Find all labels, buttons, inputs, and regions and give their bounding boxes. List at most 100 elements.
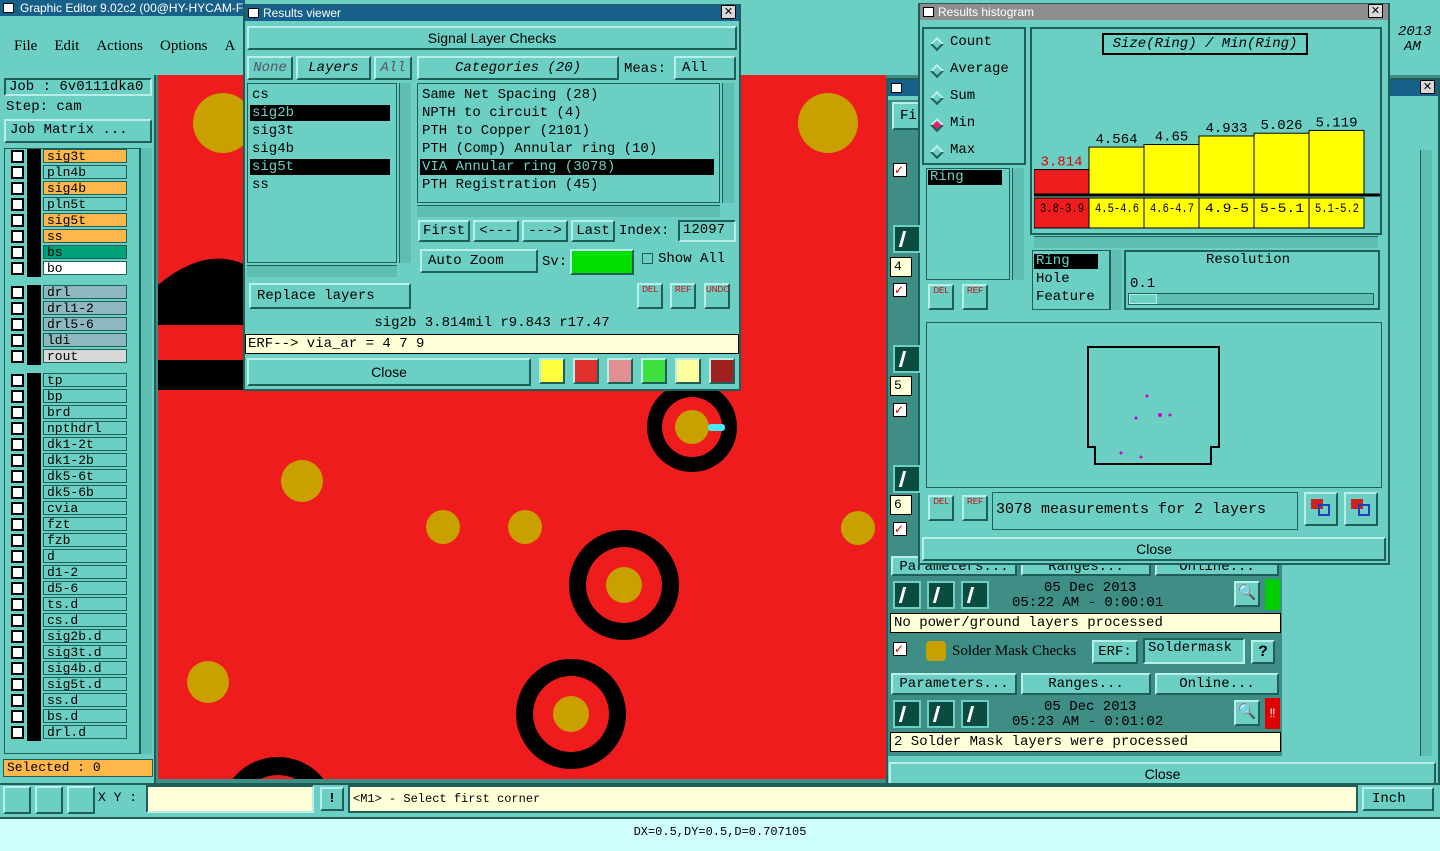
layer-name[interactable]: brd: [43, 405, 127, 420]
layer-checkbox[interactable]: [11, 350, 24, 363]
viewer-close-button[interactable]: Close: [247, 358, 531, 386]
layer-name[interactable]: tp: [43, 373, 127, 388]
layer-name[interactable]: cs.d: [43, 613, 127, 628]
checklist-close-icon[interactable]: ✕: [1420, 80, 1435, 94]
layers-all-button[interactable]: All: [374, 56, 412, 80]
layer-checkbox[interactable]: [11, 486, 24, 499]
menu-edit[interactable]: Edit: [54, 38, 79, 54]
layer-row[interactable]: sig4b: [5, 181, 139, 197]
histogram-bar[interactable]: [1034, 169, 1090, 195]
layer-row[interactable]: pln5t: [5, 197, 139, 213]
histogram-bar[interactable]: [1198, 135, 1255, 195]
reference-icon[interactable]: REF: [670, 283, 696, 309]
layer-name[interactable]: fzt: [43, 517, 127, 532]
layer-row[interactable]: dk5-6b: [5, 485, 139, 501]
layer-row[interactable]: drl: [5, 285, 139, 301]
measure-item[interactable]: Feature: [1036, 289, 1095, 305]
layer-checkbox[interactable]: [11, 550, 24, 563]
layers-none-button[interactable]: None: [247, 56, 293, 80]
run-check-icon[interactable]: [893, 465, 921, 493]
layer-name[interactable]: cvia: [43, 501, 127, 516]
histogram-bar[interactable]: [1143, 144, 1200, 195]
layer-row[interactable]: sig2b.d: [5, 629, 139, 645]
online-button-2[interactable]: Online...: [1155, 673, 1279, 695]
layer-row[interactable]: cvia: [5, 501, 139, 517]
measure-item[interactable]: Ring: [928, 170, 1002, 185]
layer-checkbox[interactable]: [11, 334, 24, 347]
run-check-icon[interactable]: [893, 345, 921, 373]
layer-name[interactable]: dk5-6t: [43, 469, 127, 484]
viewer-layer-list[interactable]: cs sig2b sig3t sig4b sig5t ss: [247, 83, 397, 263]
layer-name[interactable]: sig5t.d: [43, 677, 127, 692]
mode-label[interactable]: Count: [950, 34, 992, 50]
layer-row[interactable]: fzb: [5, 533, 139, 549]
erf-value-field[interactable]: Soldermask: [1143, 638, 1245, 664]
layer-row[interactable]: fzt: [5, 517, 139, 533]
menu-a[interactable]: A: [225, 38, 236, 54]
report-icon[interactable]: [675, 358, 701, 384]
layer-checkbox[interactable]: [11, 614, 24, 627]
layer-name[interactable]: sig3t.d: [43, 645, 127, 660]
layer-name[interactable]: drl5-6: [43, 317, 127, 332]
layer-name[interactable]: bs.d: [43, 709, 127, 724]
job-matrix-button[interactable]: Job Matrix ...: [4, 119, 152, 143]
layer-checkbox[interactable]: [11, 166, 24, 179]
layer-row[interactable]: drl1-2: [5, 301, 139, 317]
mode-radio-count[interactable]: [929, 36, 945, 52]
layer-row[interactable]: drl5-6: [5, 317, 139, 333]
numbering-icon[interactable]: [641, 358, 667, 384]
layer-row[interactable]: sig5t.d: [5, 677, 139, 693]
viewer-layer-scrollbar-v[interactable]: [399, 83, 411, 263]
layer-name[interactable]: fzb: [43, 533, 127, 548]
delete-results-icon[interactable]: [607, 358, 633, 384]
layers-tab[interactable]: Layers: [296, 56, 371, 80]
layer-row[interactable]: drl.d: [5, 725, 139, 741]
alert-button[interactable]: !: [320, 787, 344, 811]
layer-row[interactable]: dk1-2b: [5, 453, 139, 469]
layer-name[interactable]: bp: [43, 389, 127, 404]
chart-scrollbar[interactable]: [1034, 236, 1378, 248]
undo-icon[interactable]: UNDO: [704, 283, 730, 309]
sv-color-dropdown[interactable]: [570, 249, 634, 275]
layer-name[interactable]: ldi: [43, 333, 127, 348]
run-check-icon[interactable]: [893, 225, 921, 253]
layer-name[interactable]: dk5-6b: [43, 485, 127, 500]
layer-name[interactable]: sig5t: [43, 213, 127, 228]
layer-row[interactable]: sig4b.d: [5, 661, 139, 677]
run-check-icon[interactable]: [893, 700, 921, 728]
layer-checkbox[interactable]: [11, 518, 24, 531]
layer-list-scrollbar[interactable]: [140, 148, 152, 754]
zoom-fit-icon[interactable]: [1304, 492, 1338, 526]
layer-row[interactable]: dk5-6t: [5, 469, 139, 485]
measure-tool-icon[interactable]: [35, 786, 63, 814]
layer-name[interactable]: ts.d: [43, 597, 127, 612]
run-check-icon[interactable]: [927, 700, 955, 728]
layer-name[interactable]: d5-6: [43, 581, 127, 596]
grid-tool-icon[interactable]: [67, 786, 95, 814]
layer-checkbox[interactable]: [11, 390, 24, 403]
erf-button[interactable]: ERF:: [1092, 640, 1138, 664]
prev-button[interactable]: <---: [473, 220, 519, 242]
ranges-button-2[interactable]: Ranges...: [1021, 673, 1151, 695]
layer-checkbox[interactable]: [11, 262, 24, 275]
histogram-bar[interactable]: [1253, 132, 1310, 195]
layer-row[interactable]: ldi: [5, 333, 139, 349]
layer-checkbox[interactable]: [11, 150, 24, 163]
delete-icon[interactable]: DEL: [928, 284, 954, 310]
layer-row[interactable]: cs.d: [5, 613, 139, 629]
chart-icon[interactable]: [539, 358, 565, 384]
histogram-close-button[interactable]: Close: [922, 537, 1386, 561]
check-enabled-checkbox[interactable]: ✓: [893, 403, 907, 417]
mode-radio-sum[interactable]: [929, 90, 945, 106]
layer-row[interactable]: bo: [5, 261, 139, 277]
zoom-home-icon[interactable]: [1344, 492, 1378, 526]
auto-zoom-dropdown[interactable]: Auto Zoom: [420, 249, 538, 273]
layer-checkbox[interactable]: [11, 678, 24, 691]
histogram-bar[interactable]: [1308, 129, 1365, 195]
layer-row[interactable]: bs.d: [5, 709, 139, 725]
layer-row[interactable]: brd: [5, 405, 139, 421]
layer-checkbox[interactable]: [11, 566, 24, 579]
check-enabled-checkbox[interactable]: ✓: [893, 522, 907, 536]
menu-file[interactable]: File: [14, 38, 37, 54]
layer-row[interactable]: ss.d: [5, 693, 139, 709]
